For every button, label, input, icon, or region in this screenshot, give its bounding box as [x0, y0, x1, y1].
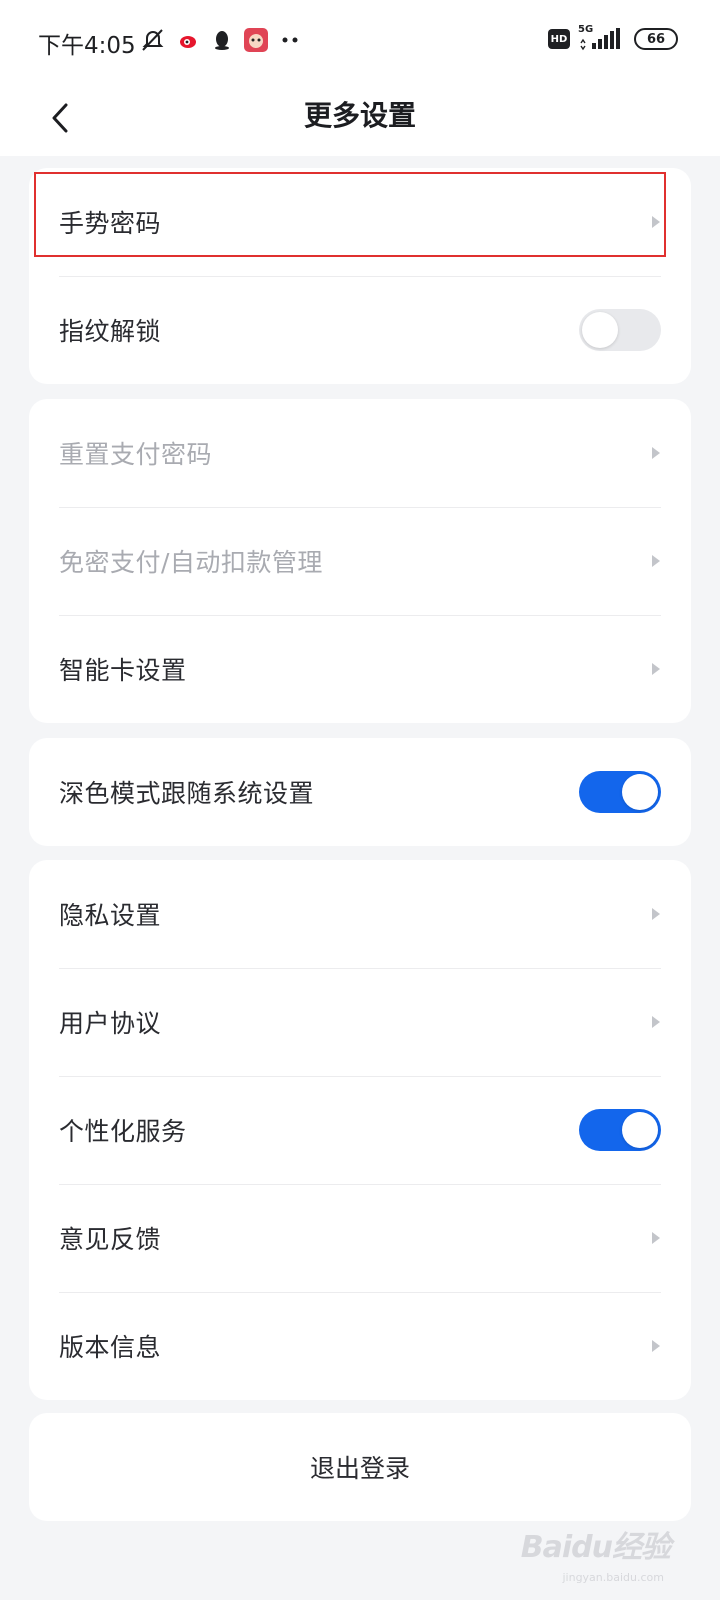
- feedback-row[interactable]: 意见反馈: [29, 1184, 691, 1292]
- status-bar: 下午4:05 HD 5G 66: [0, 0, 720, 84]
- watermark-url: jingyan.baidu.com: [562, 1571, 664, 1584]
- row-label: 智能卡设置: [59, 656, 187, 685]
- personalized-service-row: 个性化服务: [29, 1076, 691, 1184]
- user-agreement-row[interactable]: 用户协议: [29, 968, 691, 1076]
- row-label: 手势密码: [59, 209, 162, 238]
- version-info-row[interactable]: 版本信息: [29, 1292, 691, 1400]
- toggle-knob: [622, 774, 658, 810]
- settings-group-general: 隐私设置 用户协议 个性化服务 意见反馈 版本信息: [29, 860, 691, 1400]
- row-label: 指纹解锁: [59, 317, 162, 346]
- battery-indicator: 66: [634, 28, 678, 50]
- gesture-password-row[interactable]: 手势密码: [29, 168, 691, 276]
- row-label: 隐私设置: [59, 901, 162, 930]
- reset-payment-password-row[interactable]: 重置支付密码: [29, 399, 691, 507]
- qq-icon: [212, 29, 232, 51]
- chevron-right-icon: [651, 1340, 661, 1352]
- chevron-right-icon: [651, 216, 661, 228]
- row-label: 意见反馈: [59, 1225, 162, 1254]
- mute-bell-icon: [140, 27, 166, 53]
- signal-icon: 5G: [578, 24, 626, 51]
- fingerprint-unlock-row: 指纹解锁: [29, 276, 691, 384]
- toggle-knob: [582, 312, 618, 348]
- logout-card: 退出登录: [29, 1413, 691, 1521]
- passwordless-payment-row[interactable]: 免密支付/自动扣款管理: [29, 507, 691, 615]
- settings-group-payment: 重置支付密码 免密支付/自动扣款管理 智能卡设置: [29, 399, 691, 723]
- chevron-right-icon: [651, 908, 661, 920]
- dark-mode-follow-system-row: 深色模式跟随系统设置: [29, 738, 691, 846]
- more-notifications-icon: [280, 36, 300, 44]
- row-label: 深色模式跟随系统设置: [59, 779, 315, 808]
- smart-card-settings-row[interactable]: 智能卡设置: [29, 615, 691, 723]
- logout-label: 退出登录: [309, 1454, 410, 1483]
- personalized-service-toggle[interactable]: [579, 1109, 661, 1151]
- row-label: 免密支付/自动扣款管理: [59, 548, 323, 577]
- toggle-knob: [622, 1112, 658, 1148]
- row-label: 重置支付密码: [59, 440, 213, 469]
- page-title: 更多设置: [303, 99, 416, 132]
- settings-group-display: 深色模式跟随系统设置: [29, 738, 691, 846]
- row-label: 用户协议: [59, 1009, 162, 1038]
- chevron-right-icon: [651, 447, 661, 459]
- nav-header: 更多设置: [0, 84, 720, 156]
- chevron-right-icon: [651, 555, 661, 567]
- hd-badge: HD: [548, 29, 570, 49]
- weibo-icon: [178, 29, 200, 51]
- chevron-right-icon: [651, 663, 661, 675]
- baidu-jingyan-watermark: Baidu经验: [520, 1530, 671, 1565]
- row-label: 版本信息: [59, 1333, 162, 1362]
- status-time: 下午4:05: [38, 33, 136, 59]
- fingerprint-unlock-toggle[interactable]: [579, 309, 661, 351]
- dark-mode-toggle[interactable]: [579, 771, 661, 813]
- app-avatar-icon: [244, 28, 268, 52]
- logout-button[interactable]: 退出登录: [29, 1413, 691, 1521]
- settings-group-security: 手势密码 指纹解锁: [29, 168, 691, 384]
- chevron-right-icon: [651, 1232, 661, 1244]
- row-label: 个性化服务: [59, 1117, 187, 1146]
- privacy-settings-row[interactable]: 隐私设置: [29, 860, 691, 968]
- chevron-right-icon: [651, 1016, 661, 1028]
